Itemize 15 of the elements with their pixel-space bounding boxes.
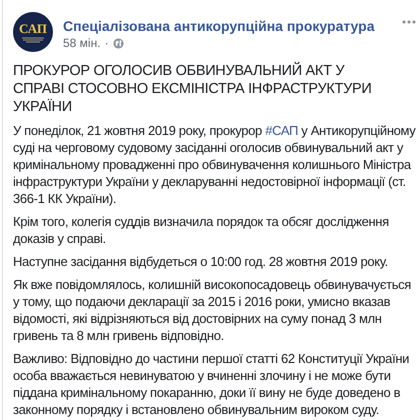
post-paragraph: Важливо: Відповідно до частини першої статті 62 Конституції України особа вважається невинуватою у вчиненні злочину і не може бути піддана кримінальному покаранню, доки її вину не буде доведено в законному порядку і встановлено обвинувальним вироком суду. bbox=[13, 350, 410, 418]
logo-text: САП bbox=[19, 22, 47, 34]
logo-lines-icon bbox=[21, 36, 45, 42]
globe-icon bbox=[112, 38, 124, 48]
post-paragraph: Як вже повідомлялось, колишній високопосадовець обвинувачується у тому, що подаючи декларації за 2015 і 2016 роки, умисно вказав відомості, які відрізняються від достовірних на суму понад 3 млн гривень та 8 млн гривень відповідно. bbox=[13, 276, 412, 344]
post-paragraph: У понеділок, 21 жовтня 2019 року, прокурор #САП у Антикорупційному суді на черговому судовому засіданні оголосив обвинувальний акт у кримінальному провадженні про обвинувачення колишнього Міністра інфраструктури України у декларуванні недостовірної інформації (ст. 366-1 КК України). bbox=[13, 122, 416, 207]
more-options-icon[interactable] bbox=[402, 20, 416, 24]
post-title: ПРОКУРОР ОГОЛОСИВ ОБВИНУВАЛЬНИЙ АКТ У СПРАВІ СТОСОВНО ЕКСМІНІСТРА ІНФРАСТРУКТУРИ УКРАЇНИ bbox=[13, 62, 372, 116]
post-paragraph: Наступне засідання відбудеться о 10:00 год. 28 жовтня 2019 року. bbox=[13, 253, 389, 270]
separator-dot: · bbox=[104, 35, 109, 51]
post-time[interactable]: 58 мін. bbox=[63, 35, 101, 51]
hashtag-link[interactable]: #САП bbox=[265, 123, 298, 138]
post-paragraph: Крім того, колегія суддів визначила порядок та обсяг дослідження доказів у справі. bbox=[13, 213, 390, 247]
page-name[interactable]: Спеціалізована антикорупційна прокуратура bbox=[63, 17, 374, 35]
page-logo[interactable]: САП bbox=[13, 12, 53, 52]
